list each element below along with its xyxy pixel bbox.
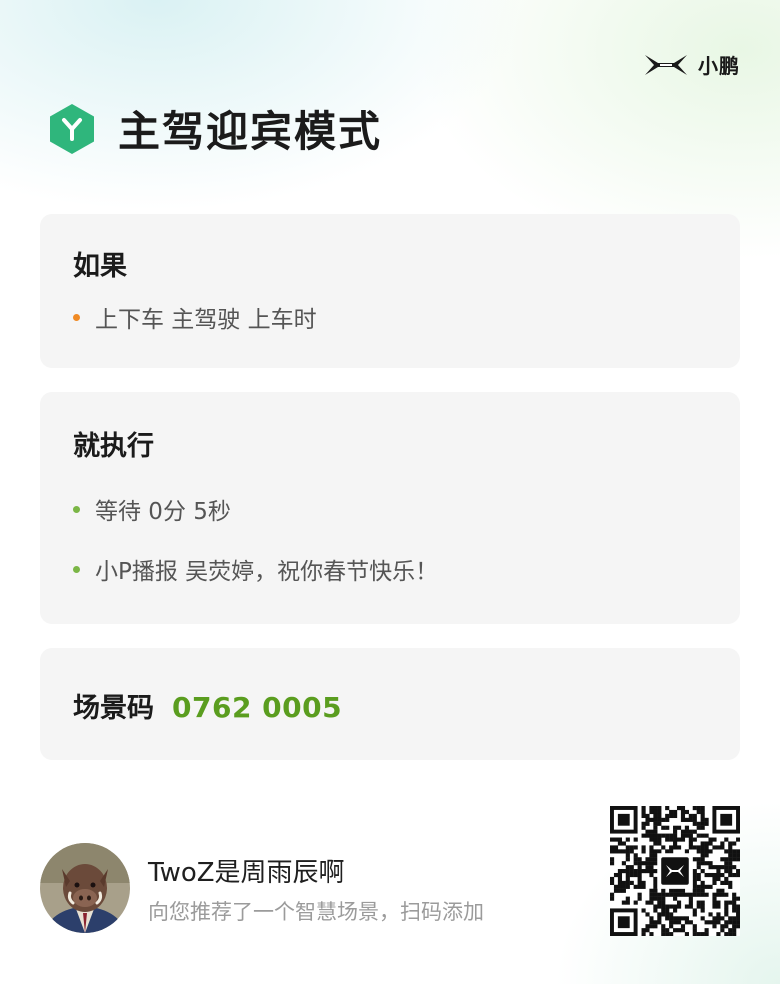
condition-item: 上下车 主驾驶 上车时 (73, 300, 317, 334)
condition-card: 如果 上下车 主驾驶 上车时 (40, 214, 740, 368)
page-header: 主驾迎宾模式 (48, 98, 382, 159)
bullet-dot-icon (73, 313, 80, 321)
action-item: 等待 0分 5秒 (73, 492, 231, 526)
qr-code[interactable] (610, 806, 740, 936)
brand-logo: 小鹏 (644, 50, 740, 79)
share-subtitle: 向您推荐了一个智慧场景，扫码添加 (148, 900, 484, 924)
condition-title: 如果 (73, 251, 127, 282)
bullet-dot-icon (73, 565, 80, 573)
brand-name: 小鹏 (698, 54, 740, 78)
scene-code-label: 场景码 (73, 693, 154, 724)
boar-avatar-icon (40, 843, 130, 933)
action-card: 就执行 等待 0分 5秒 小P播报 吴荧婷，祝你春节快乐！ (40, 392, 740, 624)
scene-code-card: 场景码 0762 0005 (40, 648, 740, 760)
page-title: 主驾迎宾模式 (118, 107, 383, 156)
scene-code-value[interactable]: 0762 0005 (172, 691, 342, 724)
avatar[interactable] (40, 843, 130, 933)
scene-hexagon-icon (50, 103, 94, 154)
action-item: 小P播报 吴荧婷，祝你春节快乐！ (73, 552, 438, 586)
action-item-label: 等待 0分 5秒 (95, 499, 231, 525)
action-item-label: 小P播报 吴荧婷，祝你春节快乐！ (95, 559, 439, 585)
bullet-dot-icon (73, 505, 80, 513)
condition-item-label: 上下车 主驾驶 上车时 (95, 307, 317, 333)
action-title: 就执行 (73, 431, 154, 462)
username: TwoZ是周雨辰啊 (148, 858, 345, 888)
xpeng-x-icon (645, 54, 687, 75)
